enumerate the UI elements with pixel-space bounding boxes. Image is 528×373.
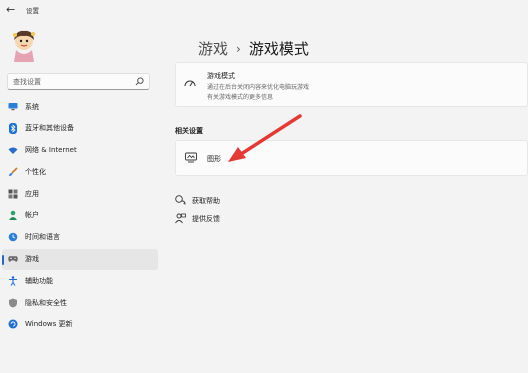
annotation-arrow (228, 114, 302, 162)
